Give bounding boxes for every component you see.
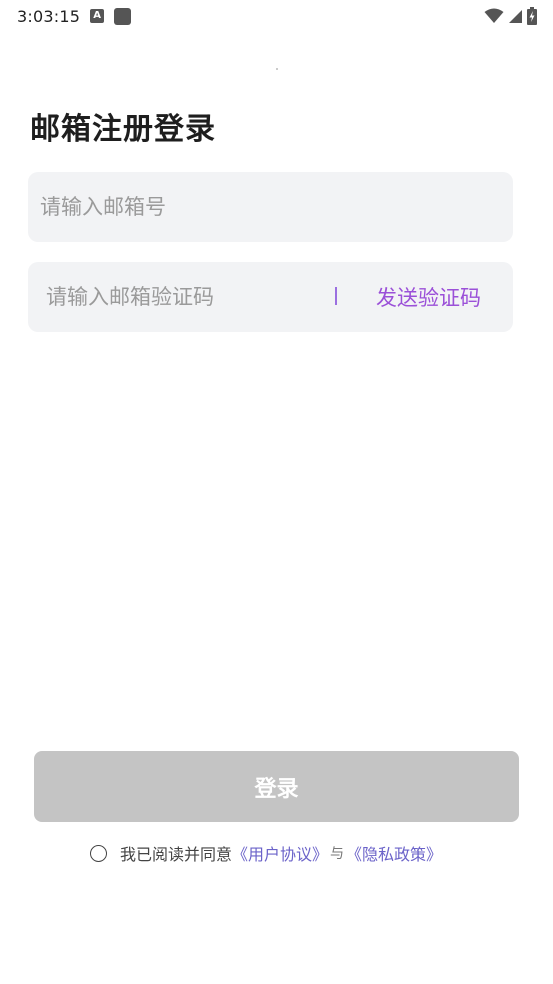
agreement-prefix: 我已阅读并同意 bbox=[120, 845, 233, 864]
page-title: 邮箱注册登录 bbox=[30, 112, 216, 147]
code-field-divider bbox=[335, 287, 337, 305]
privacy-policy-link[interactable]: 《隐私政策》 bbox=[346, 841, 442, 865]
decorative-dot bbox=[276, 68, 278, 70]
status-bar: 3:03:15 A bbox=[0, 0, 553, 32]
login-button[interactable]: 登录 bbox=[34, 751, 519, 822]
user-agreement-link[interactable]: 《用户协议》 bbox=[232, 841, 328, 865]
email-field-container bbox=[28, 172, 513, 242]
screen: 3:03:15 A 邮箱注册登录 发送验证码 登录 bbox=[0, 0, 553, 984]
code-field-container: 发送验证码 bbox=[28, 262, 513, 332]
battery-charging-icon bbox=[527, 7, 537, 25]
send-code-button[interactable]: 发送验证码 bbox=[376, 262, 481, 332]
status-left: 3:03:15 A bbox=[17, 6, 132, 26]
email-input[interactable] bbox=[40, 195, 480, 219]
status-time: 3:03:15 bbox=[17, 6, 81, 26]
verification-code-input[interactable] bbox=[46, 285, 316, 309]
cell-signal-icon bbox=[509, 9, 522, 23]
notification-app-icon bbox=[114, 7, 132, 25]
agreement-checkbox[interactable] bbox=[90, 844, 107, 862]
status-right bbox=[484, 7, 537, 25]
agreement-row: 我已阅读并同意 《用户协议》 与 《隐私政策》 bbox=[90, 840, 442, 866]
agreement-and: 与 bbox=[330, 846, 345, 862]
wifi-icon bbox=[484, 8, 504, 23]
notification-a-icon: A bbox=[90, 9, 105, 23]
